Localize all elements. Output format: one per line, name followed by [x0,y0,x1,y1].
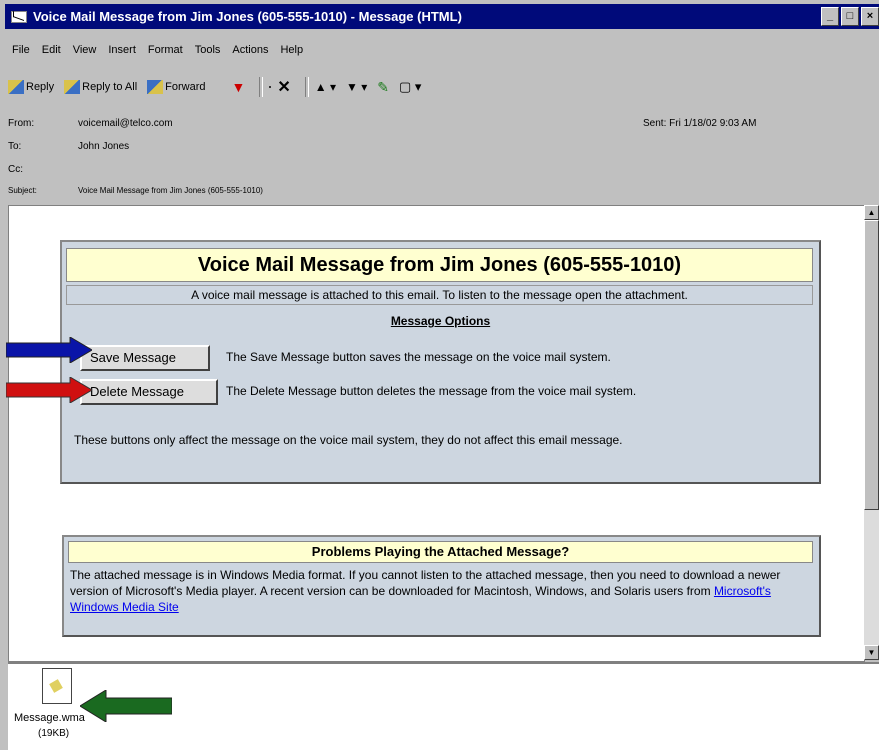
window-title: Voice Mail Message from Jim Jones (605-5… [33,9,462,24]
problems-panel: Problems Playing the Attached Message? T… [62,535,821,637]
previous-item-icon[interactable]: ▲ ▾ [315,80,336,94]
title-bar: Voice Mail Message from Jim Jones (605-5… [5,4,879,29]
voice-mail-subtitle: A voice mail message is attached to this… [66,285,813,305]
menu-format[interactable]: Format [148,44,183,64]
help-icon[interactable]: ▢ ▾ [399,79,421,95]
sent-row: Sent: Fri 1/18/02 9:03 AM [643,118,757,129]
attachment-file-icon[interactable] [42,668,72,704]
menu-edit[interactable]: Edit [42,44,61,64]
maximize-button[interactable]: □ [841,7,859,26]
save-message-button[interactable]: Save Message [80,345,210,371]
toolbar: Reply Reply to All Forward ▼ ✕ ▲ ▾ ▼ ▾ ✎… [8,76,421,98]
delete-description: The Delete Message button deletes the me… [226,384,637,398]
blue-arrow-icon [6,337,92,363]
toolbar-separator [304,77,309,97]
voice-mail-panel: Voice Mail Message from Jim Jones (605-5… [60,240,821,484]
menu-actions[interactable]: Actions [232,44,268,64]
message-options-heading: Message Options [390,314,491,328]
envelope-icon [11,10,27,23]
flag-icon[interactable]: ▼ [232,79,246,95]
save-description: The Save Message button saves the messag… [226,350,611,364]
forward-icon [147,80,164,94]
green-arrow-icon [80,690,172,722]
menu-insert[interactable]: Insert [108,44,136,64]
menu-tools[interactable]: Tools [195,44,221,64]
attachment-name[interactable]: Message.wma [14,712,85,724]
delete-message-button[interactable]: Delete Message [80,379,218,405]
reply-all-button[interactable]: Reply to All [64,80,137,94]
menu-view[interactable]: View [73,44,97,64]
subject-value: Voice Mail Message from Jim Jones (605-5… [78,186,263,195]
close-button[interactable]: × [861,7,879,26]
address-book-icon[interactable]: ✎ [377,79,389,96]
scroll-up-icon[interactable]: ▲ [864,205,879,220]
problems-title: Problems Playing the Attached Message? [68,541,813,563]
menu-file[interactable]: File [12,44,30,64]
to-value: John Jones [78,141,130,152]
delete-icon[interactable]: ✕ [277,77,290,97]
problems-body: The attached message is in Windows Media… [70,568,781,614]
minimize-button[interactable]: _ [821,7,839,26]
outlook-message-window: Voice Mail Message from Jim Jones (605-5… [0,0,879,752]
menu-help[interactable]: Help [280,44,303,64]
reply-button[interactable]: Reply [8,80,54,94]
scroll-down-icon[interactable]: ▼ [864,645,879,660]
reply-icon [8,80,24,94]
menu-bar: File Edit View Insert Format Tools Actio… [5,44,308,64]
voice-mail-title: Voice Mail Message from Jim Jones (605-5… [66,248,813,282]
buttons-note: These buttons only affect the message on… [74,433,623,447]
forward-button[interactable]: Forward [147,80,206,94]
from-value: voicemail@telco.com [78,118,173,129]
next-item-icon[interactable]: ▼ ▾ [346,80,367,94]
scroll-thumb[interactable] [864,220,879,510]
sent-value: Fri 1/18/02 9:03 AM [669,118,757,129]
attachment-size: (19KB) [38,728,70,739]
reply-all-icon [64,80,81,94]
red-arrow-icon [6,377,92,403]
message-header: From: voicemail@telco.com Sent: Fri 1/18… [8,118,757,195]
vertical-scrollbar[interactable]: ▲ ▼ [864,205,879,660]
toolbar-separator [259,77,264,97]
new-item-icon[interactable] [269,86,272,88]
